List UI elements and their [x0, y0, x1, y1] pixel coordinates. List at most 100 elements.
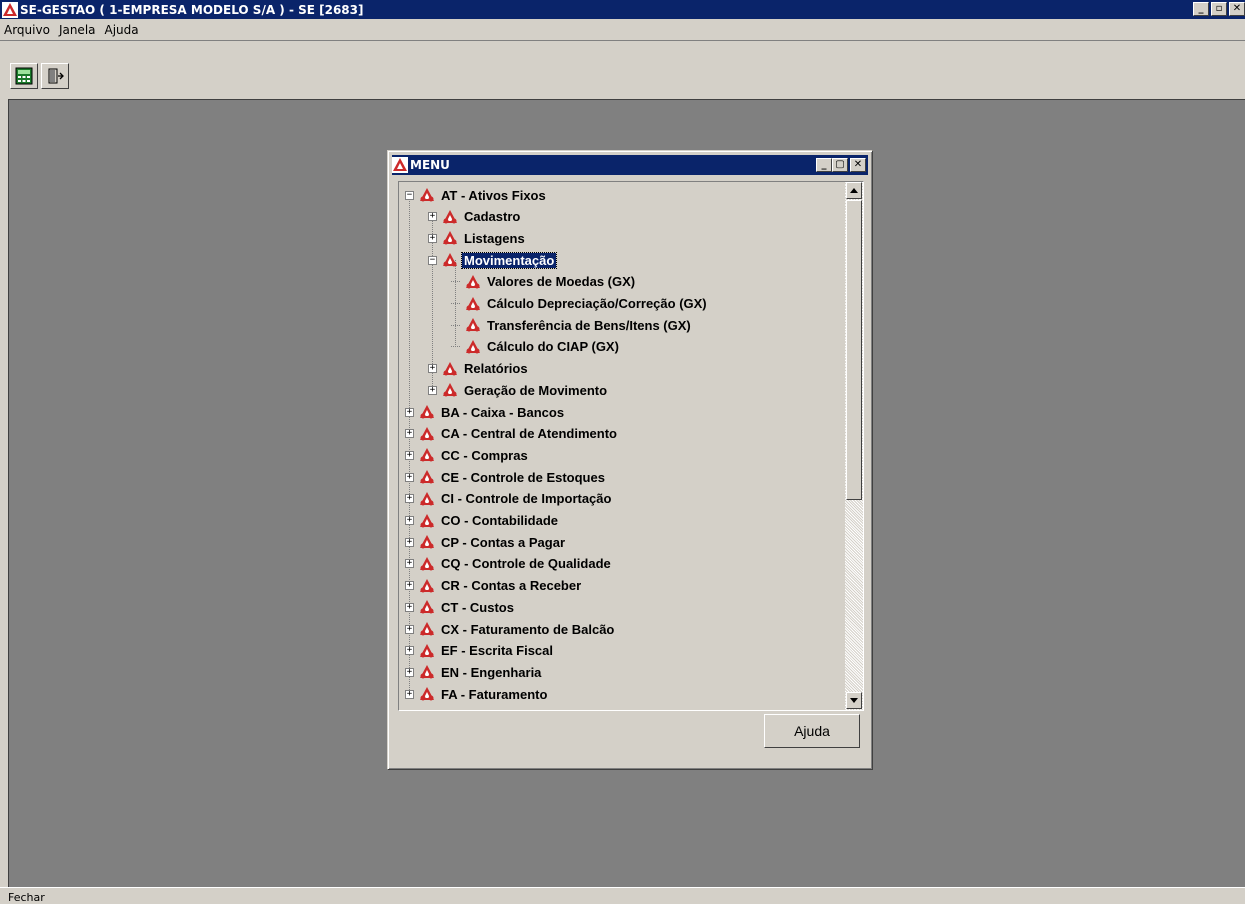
tree-module-node[interactable]: + CE - Controle de Estoques [405, 466, 607, 488]
tree-node-label: FA - Faturamento [441, 686, 548, 702]
expand-icon[interactable]: + [405, 537, 414, 547]
module-icon [420, 687, 434, 701]
expand-icon[interactable]: + [405, 429, 414, 439]
tree-connector [451, 303, 460, 304]
collapse-icon[interactable]: − [405, 190, 414, 200]
menubar-divider [0, 40, 1245, 41]
scroll-up-button[interactable] [846, 182, 862, 199]
arrow-down-icon [850, 698, 858, 703]
module-icon [466, 274, 480, 289]
tree-node-label: CC - Compras [441, 447, 528, 463]
app-titlebar: SE-GESTAO ( 1-EMPRESA MODELO S/A ) - SE … [0, 0, 1245, 19]
tree-node-label: Cálculo Depreciação/Correção (GX) [487, 296, 707, 311]
tree-module-node[interactable]: + BA - Caixa - Bancos [405, 401, 566, 423]
minimize-button[interactable]: _ [1193, 2, 1209, 16]
expand-icon[interactable]: + [428, 212, 437, 222]
module-icon [420, 405, 434, 419]
help-button[interactable]: Ajuda [764, 714, 860, 748]
tree-leaf-node[interactable]: Cálculo Depreciação/Correção (GX) [451, 293, 709, 315]
tree-node-label: Cálculo do CIAP (GX) [487, 339, 619, 355]
scroll-down-button[interactable] [846, 692, 862, 709]
module-icon [466, 339, 480, 354]
tree-group-node[interactable]: + Listagens [428, 227, 527, 249]
menu-close-button[interactable]: ✕ [850, 158, 866, 172]
module-icon [466, 318, 480, 332]
tree-node-label: CX - Faturamento de Balcão [441, 621, 615, 637]
tree-node-label: CO - Contabilidade [441, 513, 558, 528]
tree-leaf-node[interactable]: Transferência de Bens/Itens (GX) [451, 314, 693, 336]
menu-arquivo[interactable]: Arquivo [4, 23, 50, 37]
module-icon [420, 448, 434, 462]
module-icon [420, 600, 434, 614]
close-button[interactable]: ✕ [1229, 2, 1245, 16]
module-icon [420, 535, 434, 549]
tree-connector [451, 281, 460, 283]
menu-window-titlebar[interactable]: MENU _ ▢ ✕ [392, 155, 868, 175]
status-text: Fechar [8, 891, 45, 904]
module-icon [420, 622, 434, 636]
tree-module-node[interactable]: − AT - Ativos Fixos [405, 184, 548, 206]
tree-module-node[interactable]: + CP - Contas a Pagar [405, 531, 567, 553]
expand-icon[interactable]: + [405, 624, 414, 634]
exit-button[interactable] [41, 63, 69, 89]
expand-icon[interactable]: + [405, 689, 414, 699]
expand-icon[interactable]: + [405, 472, 414, 482]
tree-group-node[interactable]: + Cadastro [428, 206, 522, 228]
menu-janela[interactable]: Janela [59, 23, 96, 37]
tree-module-node[interactable]: + CR - Contas a Receber [405, 575, 583, 597]
tree-node-label: Listagens [464, 230, 525, 246]
tree-module-node[interactable]: + CQ - Controle de Qualidade [405, 553, 613, 575]
tree-module-node[interactable]: + EN - Engenharia [405, 661, 543, 683]
calculator-button[interactable] [10, 63, 38, 89]
tree-connector [451, 324, 460, 326]
tree-vertical-scrollbar[interactable] [845, 182, 863, 710]
tree-module-node[interactable]: + CA - Central de Atendimento [405, 423, 619, 445]
tree-module-node[interactable]: + FA - Faturamento [405, 683, 549, 705]
expand-icon[interactable]: + [405, 667, 414, 677]
tree-node-label: CR - Contas a Receber [441, 578, 582, 594]
tree-node-label: Transferência de Bens/Itens (GX) [487, 317, 691, 333]
expand-icon[interactable]: + [405, 516, 414, 525]
tree-module-node[interactable]: + CT - Custos [405, 596, 516, 618]
menu-minimize-button[interactable]: _ [816, 158, 832, 172]
tree-group-node[interactable]: + Geração de Movimento [428, 379, 609, 401]
calculator-icon [15, 67, 33, 85]
expand-icon[interactable]: + [405, 602, 414, 612]
tree-node-label: CT - Custos [441, 599, 514, 615]
tree-node-label: CA - Central de Atendimento [441, 426, 617, 442]
expand-icon[interactable]: + [405, 646, 414, 656]
app-logo-icon [2, 1, 18, 18]
menu-tree-content: − AT - Ativos Fixos + Cadastro + Listagens − Mo… [399, 182, 839, 710]
tree-leaf-node[interactable]: Valores de Moedas (GX) [451, 271, 637, 293]
expand-icon[interactable]: + [405, 559, 414, 569]
collapse-icon[interactable]: − [428, 255, 437, 265]
scroll-thumb[interactable] [846, 200, 862, 500]
tree-group-node[interactable]: − Movimentação [428, 249, 558, 271]
exit-door-icon [48, 68, 64, 84]
statusbar: Fechar [0, 887, 1245, 904]
tree-node-label: EF - Escrita Fiscal [441, 643, 553, 659]
tree-node-label: Geração de Movimento [464, 382, 608, 398]
expand-icon[interactable]: + [405, 494, 414, 504]
menu-maximize-button[interactable]: ▢ [832, 158, 848, 172]
tree-module-node[interactable]: + CO - Contabilidade [405, 510, 560, 532]
expand-icon[interactable]: + [405, 581, 414, 591]
module-icon [443, 231, 457, 245]
menu-ajuda[interactable]: Ajuda [105, 23, 139, 37]
expand-icon[interactable]: + [428, 233, 437, 243]
tree-node-label: CP - Contas a Pagar [441, 534, 566, 550]
tree-module-node[interactable]: + CI - Controle de Importação [405, 488, 613, 510]
tree-module-node[interactable]: + CX - Faturamento de Balcão [405, 618, 616, 640]
module-icon [443, 209, 457, 224]
tree-connector [451, 346, 460, 348]
expand-icon[interactable]: + [428, 385, 437, 395]
expand-icon[interactable]: + [428, 364, 437, 374]
tree-leaf-node[interactable]: Cálculo do CIAP (GX) [451, 336, 621, 358]
tree-module-node[interactable]: + CC - Compras [405, 444, 530, 466]
expand-icon[interactable]: + [405, 450, 414, 460]
tree-group-node[interactable]: + Relatórios [428, 358, 530, 380]
expand-icon[interactable]: + [405, 407, 414, 417]
restore-button[interactable]: ▫ [1211, 2, 1227, 16]
module-icon [443, 253, 457, 267]
tree-module-node[interactable]: + EF - Escrita Fiscal [405, 640, 555, 662]
